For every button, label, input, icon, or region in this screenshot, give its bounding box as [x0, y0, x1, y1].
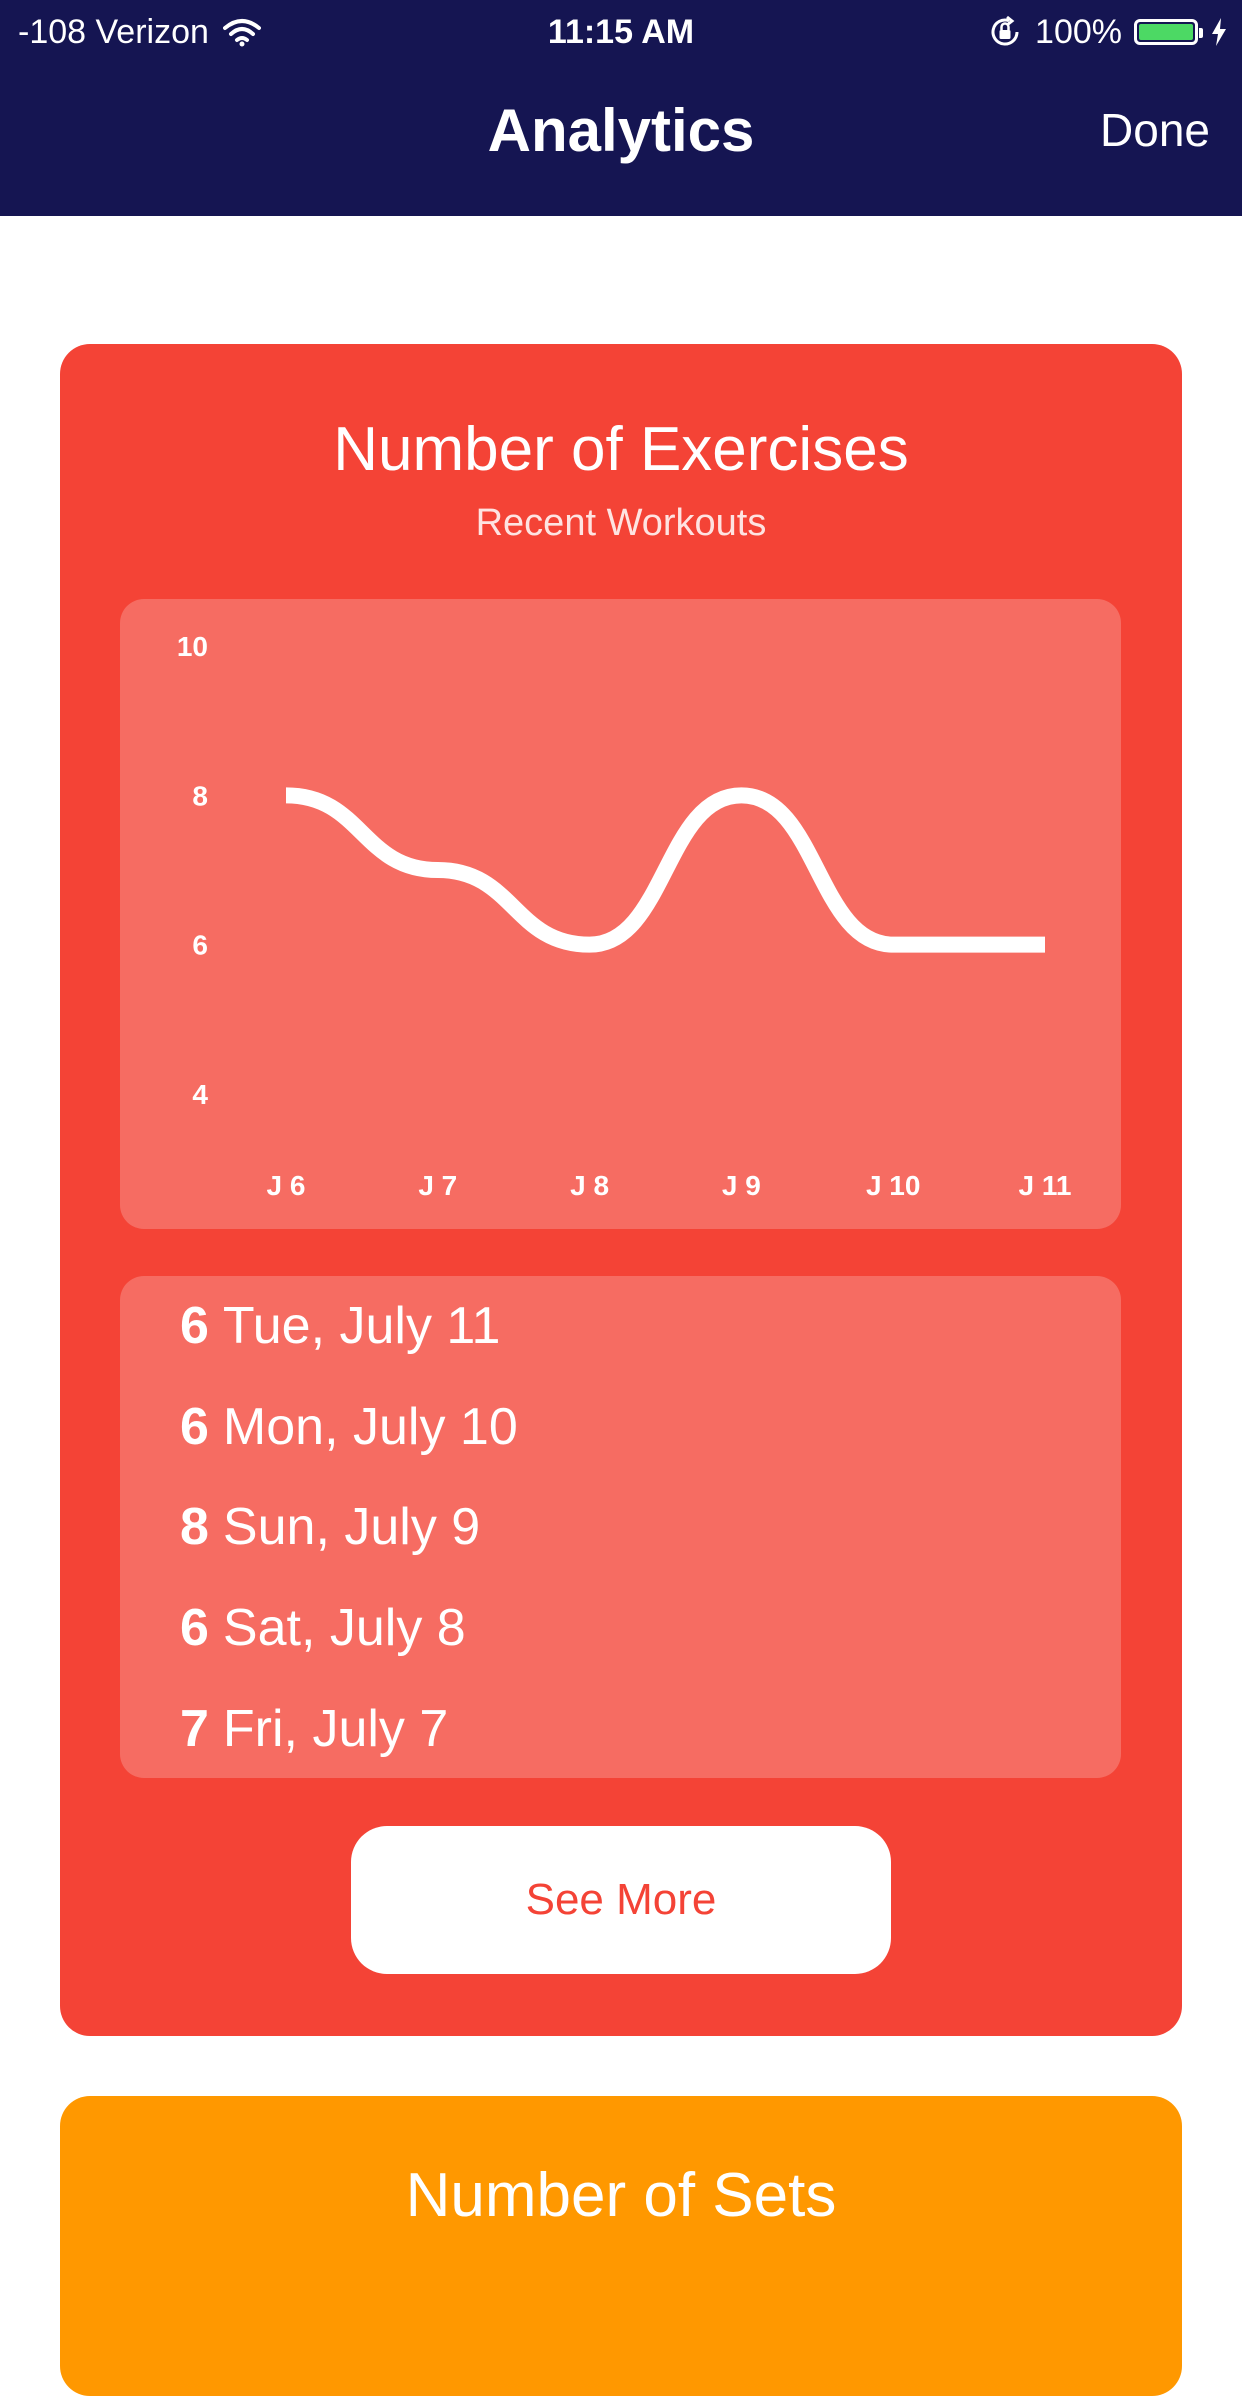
status-right-group: 100% — [987, 8, 1228, 56]
x-tick-label: J 9 — [722, 1170, 761, 1201]
exercises-chart: 10 8 6 4 J 6 J 7 J 8 J 9 J 10 J 11 — [120, 599, 1121, 1229]
y-tick-label: 8 — [192, 780, 208, 811]
battery-fill — [1139, 24, 1193, 40]
battery-icon — [1134, 19, 1203, 45]
list-item: 6 Sat, July 8 — [180, 1598, 466, 1658]
exercises-list: 6 Tue, July 11 6 Mon, July 10 8 Sun, July 9… — [120, 1276, 1121, 1778]
page-title: Analytics — [487, 97, 755, 164]
done-button[interactable]: Done — [1100, 100, 1210, 160]
exercises-card-title: Number of Exercises — [333, 415, 909, 484]
sets-card: Number of Sets — [60, 2096, 1182, 2396]
y-tick-label: 10 — [177, 631, 208, 662]
list-item-value: 7 — [180, 1700, 209, 1758]
y-tick-label: 6 — [192, 930, 208, 961]
x-tick-label: J 6 — [267, 1170, 306, 1201]
exercises-chart-svg: 10 8 6 4 J 6 J 7 J 8 J 9 J 10 J 11 — [177, 631, 1072, 1201]
top-bar: -108 Verizon 11:15 AM 100% Analytics Don… — [0, 0, 1242, 216]
x-tick-label: J 10 — [866, 1170, 921, 1201]
list-item-date: Mon, July 10 — [222, 1398, 518, 1456]
orientation-lock-icon — [991, 15, 1019, 46]
list-item-value: 8 — [180, 1498, 209, 1556]
list-item-value: 6 — [180, 1297, 209, 1355]
list-item: 6 Mon, July 10 — [180, 1397, 518, 1457]
y-tick-label: 4 — [192, 1079, 208, 1110]
see-more-button[interactable]: See More — [351, 1826, 891, 1974]
exercises-card-subtitle: Recent Workouts — [475, 502, 767, 544]
charging-bolt-icon — [1212, 18, 1226, 46]
chart-series-line — [285, 787, 1045, 953]
list-item-date: Tue, July 11 — [222, 1297, 501, 1355]
list-item-value: 6 — [180, 1599, 209, 1657]
exercises-card: Number of Exercises Recent Workouts 10 8 6… — [60, 344, 1182, 2036]
list-item-value: 6 — [180, 1398, 209, 1456]
list-item-date: Sun, July 9 — [222, 1498, 481, 1556]
list-item: 6 Tue, July 11 — [180, 1296, 500, 1356]
battery-percent: 100% — [1035, 13, 1122, 51]
status-bar: -108 Verizon 11:15 AM 100% — [0, 8, 1242, 56]
list-item-date: Sat, July 8 — [222, 1599, 466, 1657]
list-item: 8 Sun, July 9 — [180, 1497, 480, 1557]
sets-card-title: Number of Sets — [405, 2161, 837, 2230]
x-tick-label: J 11 — [1019, 1170, 1072, 1201]
list-item: 7 Fri, July 7 — [180, 1699, 448, 1759]
x-tick-label: J 8 — [570, 1170, 609, 1201]
list-item-date: Fri, July 7 — [222, 1700, 449, 1758]
x-tick-label: J 7 — [418, 1170, 457, 1201]
